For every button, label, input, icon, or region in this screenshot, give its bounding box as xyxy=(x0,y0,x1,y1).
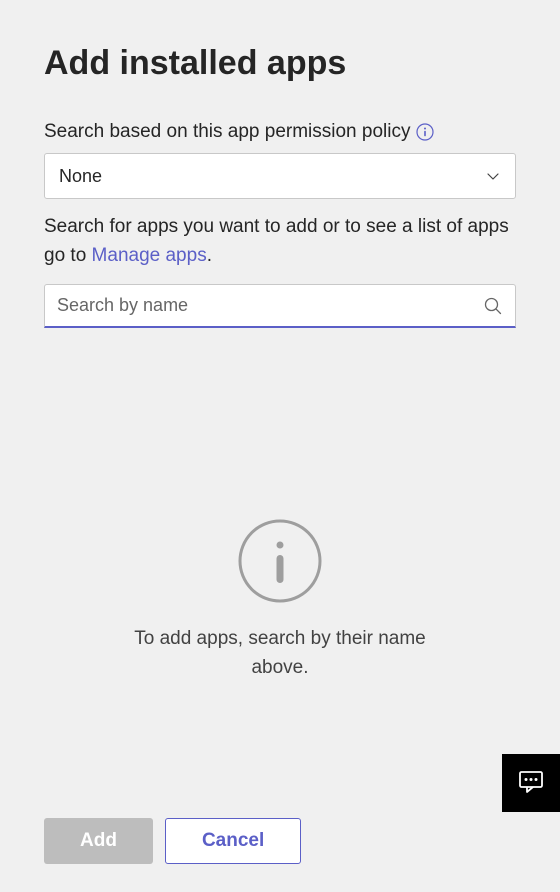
policy-field-label: Search based on this app permission poli… xyxy=(44,121,410,143)
helper-text: Search for apps you want to add or to se… xyxy=(44,213,516,270)
empty-state-message: To add apps, search by their name above. xyxy=(130,625,430,682)
search-box[interactable] xyxy=(44,284,516,328)
search-input[interactable] xyxy=(57,295,475,316)
feedback-widget[interactable] xyxy=(502,754,560,812)
page-title: Add installed apps xyxy=(44,44,516,83)
info-large-icon xyxy=(237,518,323,609)
manage-apps-link[interactable]: Manage apps xyxy=(92,245,207,266)
policy-label-row: Search based on this app permission poli… xyxy=(44,121,516,143)
add-button[interactable]: Add xyxy=(44,818,153,864)
button-row: Add Cancel xyxy=(44,818,301,864)
policy-dropdown[interactable]: None xyxy=(44,153,516,199)
empty-state: To add apps, search by their name above. xyxy=(44,518,516,682)
feedback-icon xyxy=(517,767,545,800)
cancel-button[interactable]: Cancel xyxy=(165,818,301,864)
policy-dropdown-value: None xyxy=(59,166,102,187)
search-icon[interactable] xyxy=(483,296,503,316)
helper-suffix: . xyxy=(207,245,212,266)
info-icon[interactable] xyxy=(416,123,434,141)
policy-field-group: Search based on this app permission poli… xyxy=(44,121,516,199)
chevron-down-icon xyxy=(485,168,501,184)
